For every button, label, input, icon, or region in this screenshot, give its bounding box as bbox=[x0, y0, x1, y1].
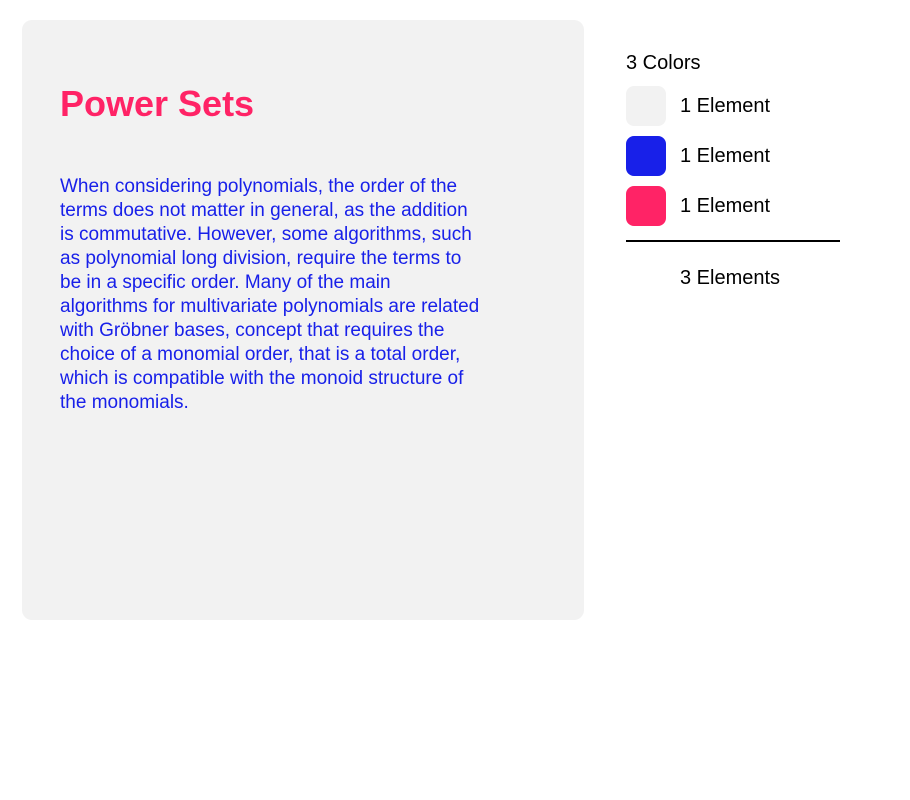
legend-row: 1 Element bbox=[626, 136, 840, 176]
legend-list: 1 Element 1 Element 1 Element bbox=[626, 86, 840, 226]
legend-total: 3 Elements bbox=[680, 267, 781, 289]
legend-heading: 3 Colors bbox=[626, 52, 701, 74]
color-legend: 3 Colors 1 Element 1 Element 1 Element 3… bbox=[626, 48, 840, 290]
legend-row: 1 Element bbox=[626, 86, 840, 126]
legend-row-label: 1 Element bbox=[680, 195, 771, 217]
legend-row: 1 Element bbox=[626, 186, 840, 226]
legend-row-label: 1 Element bbox=[680, 145, 771, 167]
color-swatch bbox=[626, 136, 666, 176]
legend-row-label: 1 Element bbox=[680, 95, 771, 117]
card-body-text: When considering polynomials, the order … bbox=[60, 176, 480, 413]
card-title: Power Sets bbox=[60, 83, 255, 124]
color-swatch bbox=[626, 86, 666, 126]
content-card: Power Sets When considering polynomials,… bbox=[22, 20, 584, 620]
color-swatch bbox=[626, 186, 666, 226]
legend-divider bbox=[626, 240, 840, 242]
